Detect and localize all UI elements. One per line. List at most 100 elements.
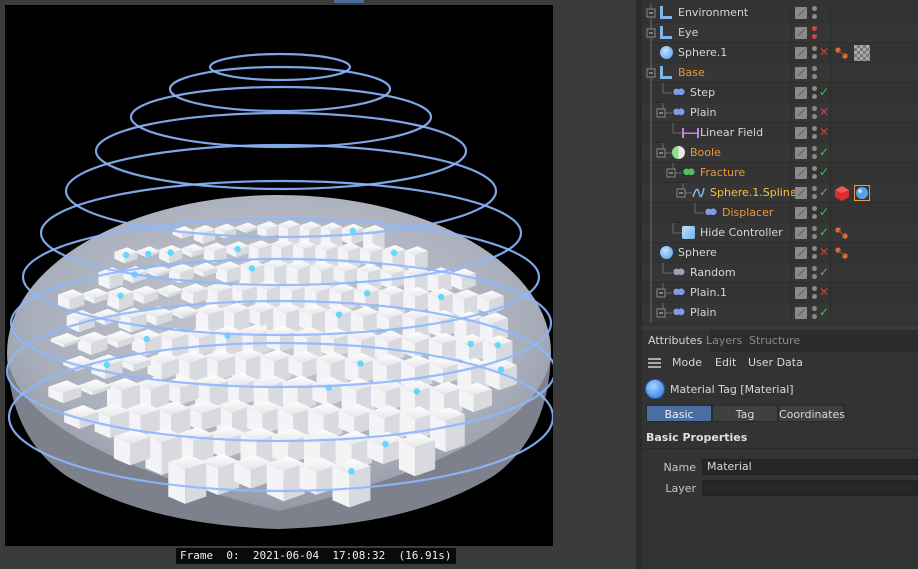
enabled-check-icon[interactable]: ✓ bbox=[819, 165, 831, 179]
tab-attributes[interactable]: Attributes bbox=[642, 330, 710, 352]
material-tag-icon[interactable] bbox=[854, 185, 870, 201]
object-row[interactable]: Eye bbox=[642, 23, 918, 43]
visibility-dots-icon[interactable] bbox=[812, 286, 817, 300]
object-row[interactable]: Plain ✓ bbox=[642, 303, 918, 323]
object-row[interactable]: Base bbox=[642, 63, 918, 83]
linear-field-icon bbox=[682, 128, 699, 138]
texture-tag-icon[interactable] bbox=[854, 45, 870, 61]
object-row[interactable]: Linear Field ✕ bbox=[642, 123, 918, 143]
object-row[interactable]: Displacer ✓ bbox=[642, 203, 918, 223]
layer-toggle-icon[interactable] bbox=[795, 167, 807, 179]
object-row[interactable]: Environment bbox=[642, 3, 918, 23]
behavior-tag-icon[interactable] bbox=[834, 225, 850, 241]
layer-toggle-icon[interactable] bbox=[795, 87, 807, 99]
viewport-tab-marker[interactable] bbox=[334, 0, 364, 3]
enabled-check-icon[interactable]: ✓ bbox=[819, 305, 831, 319]
visibility-dots-icon[interactable] bbox=[812, 266, 817, 280]
object-row[interactable]: Hide Controller ✓ bbox=[642, 223, 918, 243]
layer-toggle-icon[interactable] bbox=[795, 287, 807, 299]
object-row[interactable]: Sphere ✕ bbox=[642, 243, 918, 263]
column-separator bbox=[790, 3, 791, 23]
column-separator bbox=[790, 43, 791, 63]
mode-tab-coordinates[interactable]: Coordinates bbox=[778, 405, 845, 422]
object-label: Plain.1 bbox=[690, 286, 727, 299]
layer-toggle-icon[interactable] bbox=[795, 207, 807, 219]
mode-tab-basic[interactable]: Basic bbox=[646, 405, 712, 422]
attributes-panel: Attributes Layers Structure Mode Edit Us… bbox=[642, 330, 918, 569]
layer-field[interactable] bbox=[702, 480, 918, 496]
layer-toggle-icon[interactable] bbox=[795, 267, 807, 279]
mode-tab-tag[interactable]: Tag bbox=[712, 405, 778, 422]
visibility-dots-icon[interactable] bbox=[812, 106, 817, 120]
visibility-dots-icon[interactable] bbox=[812, 126, 817, 140]
render-viewport[interactable] bbox=[5, 5, 553, 546]
object-row[interactable]: Plain.1 ✕ bbox=[642, 283, 918, 303]
disabled-cross-icon[interactable]: ✕ bbox=[819, 45, 831, 59]
hamburger-menu-icon[interactable] bbox=[648, 358, 661, 368]
visibility-dots-icon[interactable] bbox=[812, 186, 817, 200]
visibility-dots-icon[interactable] bbox=[812, 86, 817, 100]
object-row[interactable]: Sphere.1 ✕ bbox=[642, 43, 918, 63]
layer-toggle-icon[interactable] bbox=[795, 247, 807, 259]
cube bbox=[113, 429, 151, 466]
layer-toggle-icon[interactable] bbox=[795, 147, 807, 159]
visibility-dots-icon[interactable] bbox=[812, 6, 817, 20]
enabled-check-icon[interactable]: ✓ bbox=[819, 85, 831, 99]
menu-mode[interactable]: Mode bbox=[672, 356, 702, 370]
disabled-cross-icon[interactable]: ✕ bbox=[819, 125, 831, 139]
layer-toggle-icon[interactable] bbox=[795, 187, 807, 199]
disabled-cross-icon[interactable]: ✕ bbox=[819, 105, 831, 119]
object-row[interactable]: Sphere.1.Spline ✓ bbox=[642, 183, 918, 203]
column-separator bbox=[790, 183, 791, 203]
object-row[interactable]: Random ✓ bbox=[642, 263, 918, 283]
enabled-check-icon[interactable]: ✓ bbox=[819, 205, 831, 219]
fracture-icon bbox=[682, 166, 695, 179]
rendered-scene bbox=[5, 52, 553, 529]
menu-edit[interactable]: Edit bbox=[715, 356, 736, 370]
object-row[interactable]: Fracture ✓ bbox=[642, 163, 918, 183]
behavior-tag-icon[interactable] bbox=[834, 45, 850, 61]
enabled-check-icon[interactable]: ✓ bbox=[819, 225, 831, 239]
visibility-dots-icon[interactable] bbox=[812, 206, 817, 220]
visibility-dots-icon[interactable] bbox=[812, 26, 817, 40]
layer-toggle-icon[interactable] bbox=[795, 7, 807, 19]
column-separator bbox=[830, 23, 831, 43]
field-label-name: Name bbox=[663, 461, 696, 474]
layer-toggle-icon[interactable] bbox=[795, 127, 807, 139]
visibility-dots-icon[interactable] bbox=[812, 166, 817, 180]
red-cube-tag-icon[interactable] bbox=[834, 185, 850, 201]
visibility-dots-icon[interactable] bbox=[812, 226, 817, 240]
cube bbox=[299, 303, 328, 332]
null-object-icon bbox=[660, 66, 672, 79]
object-label: Sphere.1.Spline bbox=[710, 186, 797, 199]
tab-layers[interactable]: Layers bbox=[706, 330, 746, 352]
visibility-dots-icon[interactable] bbox=[812, 66, 817, 80]
enabled-check-icon[interactable]: ✓ bbox=[819, 265, 831, 279]
layer-toggle-icon[interactable] bbox=[795, 47, 807, 59]
cube bbox=[398, 433, 436, 477]
column-separator bbox=[830, 63, 831, 83]
layer-toggle-icon[interactable] bbox=[795, 27, 807, 39]
object-manager: Environment Eye Sphere.1 ✕ Base Step ✓ Plain ✕ Li… bbox=[642, 0, 918, 326]
menu-user-data[interactable]: User Data bbox=[748, 356, 803, 370]
cube bbox=[203, 349, 236, 381]
visibility-dots-icon[interactable] bbox=[812, 46, 817, 60]
behavior-tag-icon[interactable] bbox=[834, 245, 850, 261]
tab-structure[interactable]: Structure bbox=[749, 330, 809, 352]
visibility-dots-icon[interactable] bbox=[812, 306, 817, 320]
layer-toggle-icon[interactable] bbox=[795, 227, 807, 239]
layer-toggle-icon[interactable] bbox=[795, 307, 807, 319]
layer-toggle-icon[interactable] bbox=[795, 67, 807, 79]
object-row[interactable]: Step ✓ bbox=[642, 83, 918, 103]
visibility-dots-icon[interactable] bbox=[812, 246, 817, 260]
enabled-check-icon[interactable]: ✓ bbox=[819, 185, 831, 199]
object-row[interactable]: Boole ✓ bbox=[642, 143, 918, 163]
enabled-check-icon[interactable]: ✓ bbox=[819, 145, 831, 159]
column-separator bbox=[790, 63, 791, 83]
disabled-cross-icon[interactable]: ✕ bbox=[819, 245, 831, 259]
name-field[interactable]: Material bbox=[702, 459, 918, 475]
object-row[interactable]: Plain ✕ bbox=[642, 103, 918, 123]
layer-toggle-icon[interactable] bbox=[795, 107, 807, 119]
disabled-cross-icon[interactable]: ✕ bbox=[819, 285, 831, 299]
visibility-dots-icon[interactable] bbox=[812, 146, 817, 160]
